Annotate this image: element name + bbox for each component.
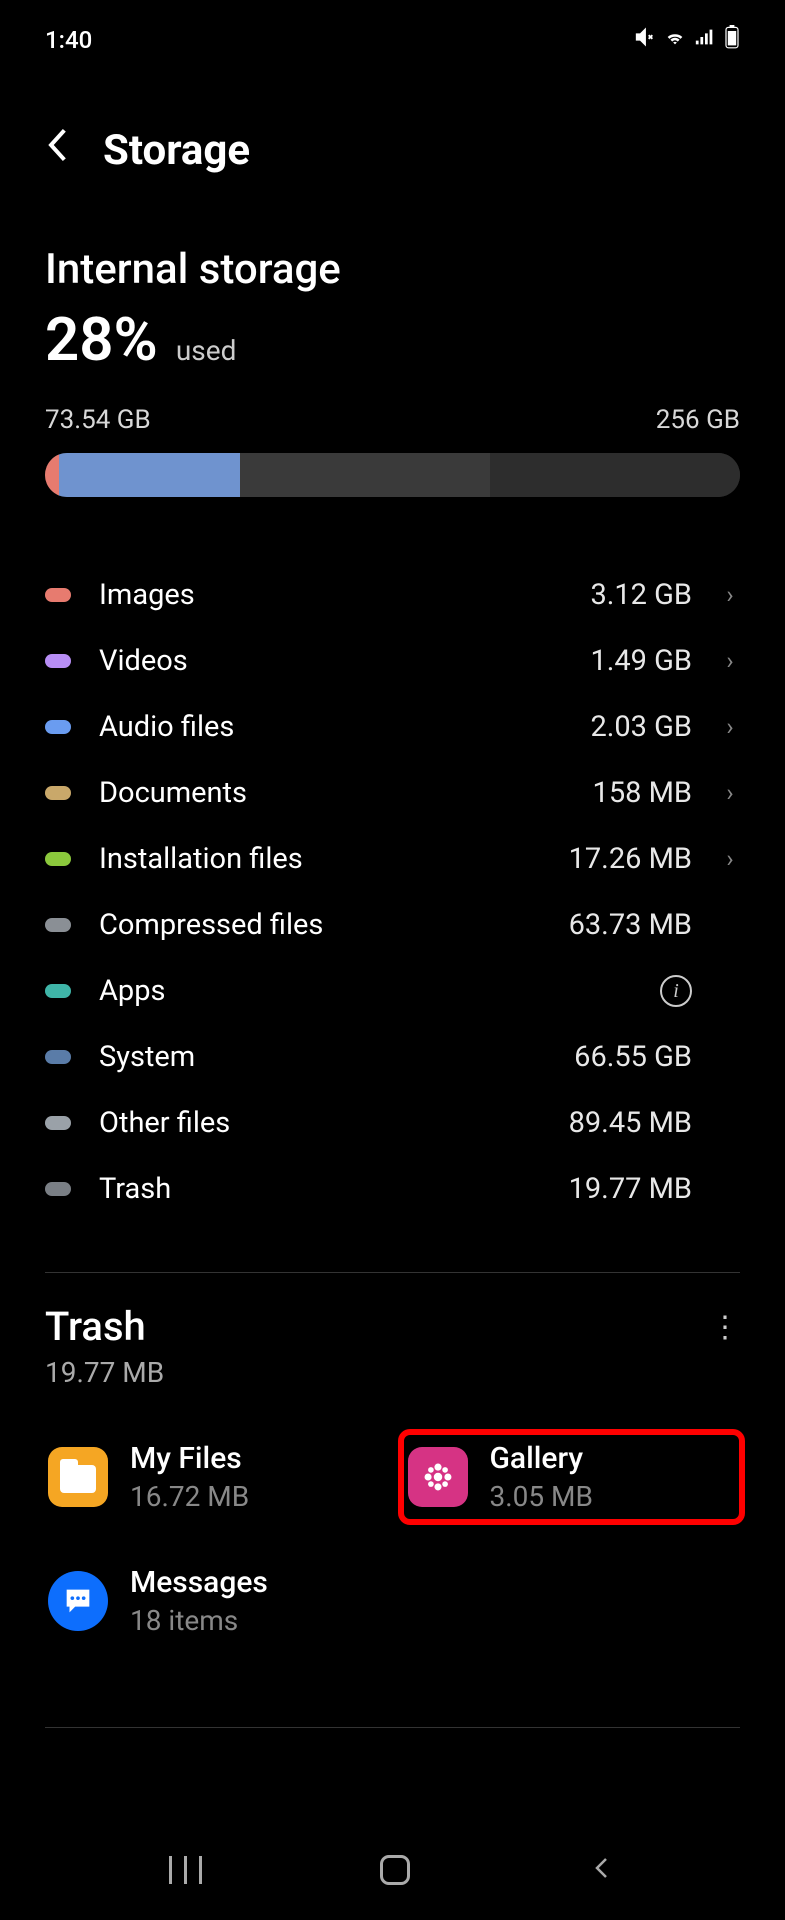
category-size: 2.03 GB xyxy=(590,710,692,744)
category-color-dot xyxy=(45,1182,71,1196)
signal-icon xyxy=(694,26,716,54)
my-files-app-icon xyxy=(48,1447,108,1507)
total-size: 256 GB xyxy=(656,405,740,435)
category-size: 1.49 GB xyxy=(590,644,692,678)
chevron-right-icon xyxy=(720,1175,740,1203)
mute-icon xyxy=(634,26,656,54)
category-color-dot xyxy=(45,588,71,602)
category-label: Trash xyxy=(99,1172,541,1206)
category-label: Apps xyxy=(99,974,632,1008)
category-label: Images xyxy=(99,578,562,612)
trash-app-size: 3.05 MB xyxy=(490,1480,593,1513)
status-time: 1:40 xyxy=(45,26,92,54)
messages-app-icon xyxy=(48,1571,108,1631)
category-row[interactable]: Documents 158 MB › xyxy=(45,760,740,826)
trash-size: 19.77 MB xyxy=(45,1356,164,1389)
nav-home-icon[interactable] xyxy=(380,1855,410,1885)
category-label: Installation files xyxy=(99,842,541,876)
info-icon[interactable]: i xyxy=(660,975,692,1007)
trash-app-name: Messages xyxy=(130,1565,268,1600)
internal-storage-section: Internal storage 28% used 73.54 GB 256 G… xyxy=(0,205,785,527)
category-color-dot xyxy=(45,1116,71,1130)
used-size: 73.54 GB xyxy=(45,405,151,435)
more-menu-icon[interactable]: ⋮ xyxy=(710,1303,740,1332)
battery-icon xyxy=(724,25,740,55)
category-row[interactable]: Installation files 17.26 MB › xyxy=(45,826,740,892)
status-icons xyxy=(634,25,740,55)
trash-app-name: My Files xyxy=(130,1441,249,1476)
category-size: 3.12 GB xyxy=(590,578,692,612)
category-size: 89.45 MB xyxy=(569,1106,692,1140)
chevron-right-icon: › xyxy=(720,779,740,807)
navigation-bar xyxy=(0,1820,785,1920)
trash-title: Trash xyxy=(45,1303,164,1350)
category-row: Appsi xyxy=(45,958,740,1024)
internal-storage-title: Internal storage xyxy=(45,245,740,294)
status-bar: 1:40 xyxy=(0,0,785,65)
trash-app-item[interactable]: Gallery 3.05 MB xyxy=(398,1429,746,1525)
category-label: Documents xyxy=(99,776,565,810)
category-size: 17.26 MB xyxy=(569,842,692,876)
usage-used-label: used xyxy=(176,334,237,367)
nav-recent-icon[interactable] xyxy=(169,1856,202,1884)
category-color-dot xyxy=(45,654,71,668)
category-size: 66.55 GB xyxy=(574,1040,692,1074)
nav-back-icon[interactable] xyxy=(588,1853,616,1887)
page-title: Storage xyxy=(103,126,250,175)
back-icon[interactable] xyxy=(45,125,73,175)
category-color-dot xyxy=(45,1050,71,1064)
category-color-dot xyxy=(45,786,71,800)
chevron-right-icon xyxy=(720,911,740,939)
category-row[interactable]: Videos 1.49 GB › xyxy=(45,628,740,694)
category-row: Other files 89.45 MB xyxy=(45,1090,740,1156)
category-row: System 66.55 GB xyxy=(45,1024,740,1090)
divider xyxy=(45,1272,740,1273)
divider xyxy=(45,1727,740,1728)
trash-app-size: 16.72 MB xyxy=(130,1480,249,1513)
usage-percent: 28% xyxy=(45,304,158,375)
chevron-right-icon: › xyxy=(720,845,740,873)
chevron-right-icon: › xyxy=(720,581,740,609)
chevron-right-icon xyxy=(720,977,740,1005)
category-color-dot xyxy=(45,984,71,998)
trash-app-item[interactable]: My Files 16.72 MB xyxy=(40,1429,388,1525)
chevron-right-icon: › xyxy=(720,647,740,675)
category-row[interactable]: Images 3.12 GB › xyxy=(45,562,740,628)
category-label: Audio files xyxy=(99,710,562,744)
category-size: 19.77 MB xyxy=(569,1172,692,1206)
chevron-right-icon xyxy=(720,1043,740,1071)
chevron-right-icon: › xyxy=(720,713,740,741)
category-size: 158 MB xyxy=(593,776,692,810)
category-color-dot xyxy=(45,918,71,932)
category-label: System xyxy=(99,1040,546,1074)
wifi-icon xyxy=(664,26,686,54)
storage-progress-bar xyxy=(45,453,740,497)
category-label: Compressed files xyxy=(99,908,541,942)
trash-header: Trash 19.77 MB ⋮ xyxy=(0,1303,785,1409)
category-size: 63.73 MB xyxy=(569,908,692,942)
category-label: Videos xyxy=(99,644,562,678)
category-color-dot xyxy=(45,852,71,866)
category-label: Other files xyxy=(99,1106,541,1140)
category-row: Compressed files 63.73 MB xyxy=(45,892,740,958)
trash-app-name: Gallery xyxy=(490,1441,593,1476)
header: Storage xyxy=(0,65,785,205)
category-row[interactable]: Audio files 2.03 GB › xyxy=(45,694,740,760)
chevron-right-icon xyxy=(720,1109,740,1137)
category-list: Images 3.12 GB › Videos 1.49 GB › Audio files 2… xyxy=(0,527,785,1242)
trash-app-size: 18 items xyxy=(130,1604,268,1637)
category-color-dot xyxy=(45,720,71,734)
trash-apps-grid: My Files 16.72 MB Gallery 3.05 MB Messages 18… xyxy=(0,1409,785,1697)
category-row: Trash 19.77 MB xyxy=(45,1156,740,1222)
trash-app-item[interactable]: Messages 18 items xyxy=(40,1555,388,1647)
gallery-app-icon xyxy=(408,1447,468,1507)
